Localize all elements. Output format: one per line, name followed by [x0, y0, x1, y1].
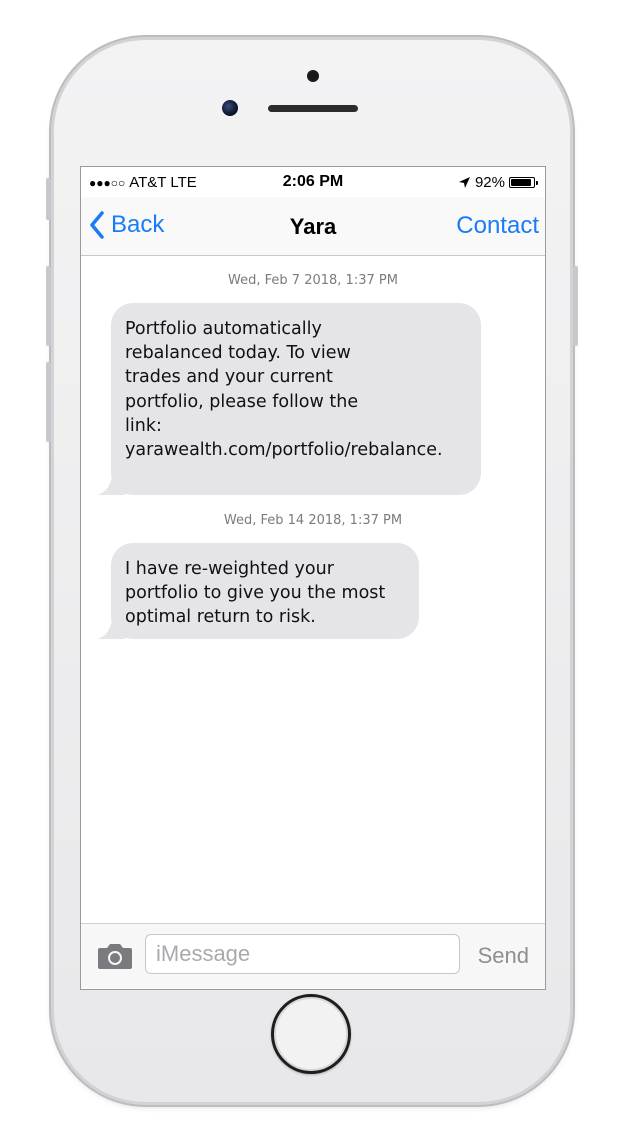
battery-icon — [509, 177, 538, 188]
message-text: Portfolio automatically rebalanced today… — [125, 319, 443, 461]
power-button — [573, 266, 578, 346]
mute-switch — [46, 178, 51, 220]
navigation-bar: Back Yara Contact — [81, 197, 545, 256]
volume-up-button — [46, 266, 51, 346]
front-camera — [222, 100, 238, 116]
message-timestamp: Wed, Feb 14 2018, 1:37 PM — [223, 513, 403, 528]
message-timestamp: Wed, Feb 7 2018, 1:37 PM — [228, 273, 398, 288]
proximity-sensor — [307, 70, 319, 82]
earpiece-speaker — [268, 105, 358, 112]
phone-screen: ●●●○○ AT&T LTE 2:06 PM 92% Back Yara Con… — [80, 166, 546, 990]
bubble-tail — [97, 471, 125, 495]
bubble-tail — [97, 615, 125, 639]
message-bubble[interactable]: Portfolio automatically rebalanced today… — [97, 303, 481, 495]
battery-fill — [511, 179, 532, 186]
message-bubble[interactable]: I have re-weighted your portfolio to giv… — [97, 543, 419, 639]
message-text: I have re-weighted your portfolio to giv… — [125, 559, 386, 628]
camera-icon[interactable] — [97, 942, 133, 970]
battery-tip — [536, 181, 538, 185]
phone-frame: ●●●○○ AT&T LTE 2:06 PM 92% Back Yara Con… — [46, 40, 578, 1102]
message-input[interactable] — [145, 934, 460, 974]
message-input-bar: Send — [81, 923, 545, 988]
volume-down-button — [46, 362, 51, 442]
contact-button[interactable]: Contact — [456, 212, 539, 240]
battery-percent: 92% — [474, 174, 505, 191]
status-bar: ●●●○○ AT&T LTE 2:06 PM 92% — [81, 167, 545, 197]
home-button[interactable] — [271, 994, 351, 1074]
location-arrow-icon — [458, 177, 470, 188]
send-button[interactable]: Send — [478, 943, 529, 969]
battery-info: 92% — [458, 174, 538, 191]
